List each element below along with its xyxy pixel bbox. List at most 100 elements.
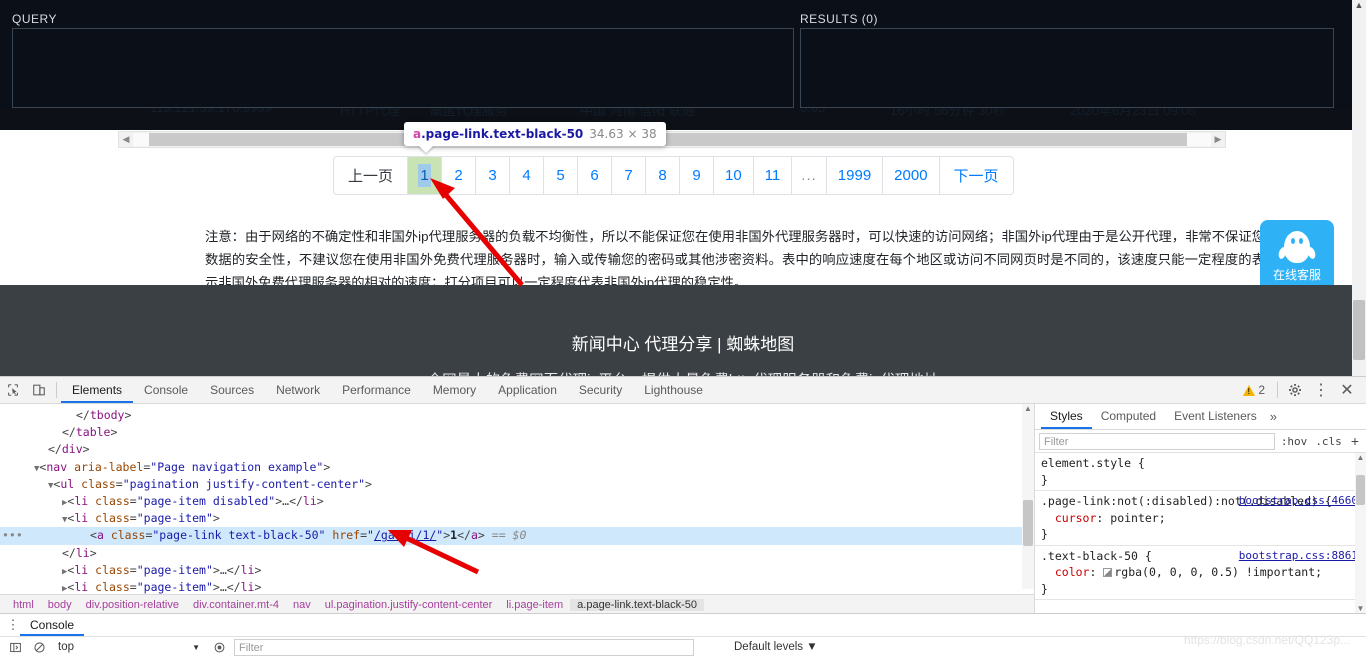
breadcrumb-item[interactable]: div.container.mt-4 xyxy=(186,599,286,611)
styles-filter-input[interactable]: Filter xyxy=(1039,433,1275,450)
styles-more-tabs-icon[interactable]: » xyxy=(1270,409,1277,424)
pagination-page-6[interactable]: 6 xyxy=(578,157,612,194)
style-rule[interactable]: .page-link:not(:disabled):not(.disabled)… xyxy=(1035,491,1366,546)
pagination-page-2[interactable]: 2 xyxy=(442,157,476,194)
watermark: https://blog.csdn.net/QQ123p... xyxy=(1184,633,1350,647)
pagination-prev[interactable]: 上一页 xyxy=(334,157,408,194)
close-devtools-icon[interactable]: ✕ xyxy=(1334,377,1360,403)
styles-tab-event-listeners[interactable]: Event Listeners xyxy=(1165,404,1266,429)
inspect-element-icon[interactable] xyxy=(0,377,26,403)
site-footer: 新闻中心 代理分享 | 蜘蛛地图 全网最大的免费网页代理ip平台，提供大量免费h… xyxy=(0,285,1366,376)
query-box[interactable] xyxy=(12,28,794,108)
pagination-page-3[interactable]: 3 xyxy=(476,157,510,194)
device-toolbar-toggle-icon[interactable] xyxy=(26,377,52,403)
devtools-tab-security[interactable]: Security xyxy=(568,377,633,403)
drawer-tab-console[interactable]: Console xyxy=(20,615,84,636)
pagination-page-10[interactable]: 10 xyxy=(714,157,754,194)
console-settings-eye-icon[interactable] xyxy=(210,639,228,656)
tooltip-tag-name: a xyxy=(413,127,421,141)
new-style-rule-button[interactable]: + xyxy=(1348,433,1362,449)
style-rule-selector[interactable]: element.style { xyxy=(1041,456,1145,470)
dom-tree-line[interactable]: </li> xyxy=(0,545,1034,562)
pagination-page-1-label: 1 xyxy=(418,164,431,187)
devtools-tab-performance[interactable]: Performance xyxy=(331,377,422,403)
dom-tree-line[interactable]: </tbody> xyxy=(0,407,1034,424)
dom-tree-line[interactable]: ▼<li class="page-item"> xyxy=(0,510,1034,527)
pagination-next[interactable]: 下一页 xyxy=(940,157,1013,194)
styles-tab-computed[interactable]: Computed xyxy=(1092,404,1165,429)
devtools-tab-memory[interactable]: Memory xyxy=(422,377,487,403)
styles-scrollbar[interactable]: ▲ ▼ xyxy=(1355,453,1366,613)
pagination-page-9[interactable]: 9 xyxy=(680,157,714,194)
scroll-left-arrow-icon[interactable]: ◀ xyxy=(119,134,133,145)
console-sidebar-toggle-icon[interactable] xyxy=(6,639,24,656)
scroll-up-arrow-icon[interactable]: ▲ xyxy=(1352,0,1366,14)
pagination-page-2000[interactable]: 2000 xyxy=(883,157,939,194)
dom-scroll-up-icon[interactable]: ▲ xyxy=(1022,404,1034,413)
styles-tab-bar: Styles Computed Event Listeners » xyxy=(1035,404,1366,430)
style-rule[interactable]: element.style {} xyxy=(1035,453,1366,491)
drawer-tab-bar: ⋮ Console xyxy=(0,614,1366,636)
dom-tree-line[interactable]: ▼<ul class="pagination justify-content-c… xyxy=(0,476,1034,493)
scroll-right-arrow-icon[interactable]: ▶ xyxy=(1211,134,1225,145)
devtools-tab-console[interactable]: Console xyxy=(133,377,199,403)
devtools-tab-elements[interactable]: Elements xyxy=(61,377,133,403)
hscroll-track[interactable] xyxy=(133,133,1211,146)
styles-scroll-down-icon[interactable]: ▼ xyxy=(1355,604,1366,613)
breadcrumb-item[interactable]: body xyxy=(41,599,79,611)
styles-scroll-up-icon[interactable]: ▲ xyxy=(1355,453,1366,462)
devtools-tab-lighthouse[interactable]: Lighthouse xyxy=(633,377,714,403)
pagination-ellipsis: ... xyxy=(792,157,827,194)
console-log-levels-selector[interactable]: Default levels ▼ xyxy=(734,641,818,653)
devtools-tab-sources[interactable]: Sources xyxy=(199,377,265,403)
online-customer-service-label: 在线客服 xyxy=(1273,266,1321,283)
pagination-page-11[interactable]: 11 xyxy=(754,157,793,194)
pagination-page-1[interactable]: 1 xyxy=(408,157,442,194)
console-filter-input[interactable]: Filter xyxy=(234,639,694,656)
breadcrumb-item[interactable]: nav xyxy=(286,599,318,611)
style-rule-source[interactable]: bootstrap.css:8861 xyxy=(1239,548,1358,565)
styles-scroll-thumb[interactable] xyxy=(1356,475,1365,505)
style-rule-source[interactable]: bootstrap.css:4660 xyxy=(1239,493,1358,510)
style-declaration[interactable]: cursor: pointer; xyxy=(1041,510,1360,527)
pagination-page-7[interactable]: 7 xyxy=(612,157,646,194)
hscroll-thumb[interactable] xyxy=(149,133,1187,146)
pagination-page-4[interactable]: 4 xyxy=(510,157,544,194)
dom-tree-line[interactable]: </table> xyxy=(0,424,1034,441)
dom-tree-line[interactable]: ▼<nav aria-label="Page navigation exampl… xyxy=(0,459,1034,476)
clear-console-icon[interactable] xyxy=(30,639,48,656)
style-rule[interactable]: .text-black-50 { bootstrap.css:8861 color… xyxy=(1035,546,1366,601)
breadcrumb-item[interactable]: ul.pagination.justify-content-center xyxy=(318,599,500,611)
dom-tree[interactable]: </tbody></table></div>▼<nav aria-label="… xyxy=(0,404,1034,596)
warning-count-badge[interactable]: 2 xyxy=(1235,383,1273,397)
settings-gear-icon[interactable] xyxy=(1282,377,1308,403)
devtools-tab-network[interactable]: Network xyxy=(265,377,331,403)
style-rule-selector[interactable]: .text-black-50 { xyxy=(1041,549,1152,563)
breadcrumb-item[interactable]: a.page-link.text-black-50 xyxy=(570,599,704,611)
dom-tree-line[interactable]: </div> xyxy=(0,441,1034,458)
devtools-tab-application[interactable]: Application xyxy=(487,377,568,403)
pagination-page-8[interactable]: 8 xyxy=(646,157,680,194)
breadcrumb-item[interactable]: html xyxy=(6,599,41,611)
drawer-more-options-icon[interactable]: ⋮ xyxy=(6,617,20,633)
breadcrumb-item[interactable]: li.page-item xyxy=(499,599,570,611)
more-options-kebab-icon[interactable]: ⋮ xyxy=(1308,377,1334,403)
style-rule-close: } xyxy=(1041,472,1360,489)
dom-scroll-thumb[interactable] xyxy=(1023,500,1033,546)
pagination-page-5[interactable]: 5 xyxy=(544,157,578,194)
online-customer-service-button[interactable]: 在线客服 xyxy=(1260,220,1334,294)
console-context-selector[interactable]: top ▼ xyxy=(54,639,204,656)
dom-tree-scrollbar[interactable]: ▲ xyxy=(1022,404,1034,589)
page-horizontal-scrollbar[interactable]: ◀ ▶ xyxy=(118,131,1226,148)
page-scrollbar-thumb[interactable] xyxy=(1353,300,1365,360)
dom-tree-line[interactable]: ▶<li class="page-item">…</li> xyxy=(0,562,1034,579)
breadcrumb-item[interactable]: div.position-relative xyxy=(79,599,186,611)
dom-tree-line[interactable]: ▶<li class="page-item disabled">…</li> xyxy=(0,493,1034,510)
page-vertical-scrollbar[interactable]: ▲ xyxy=(1352,0,1366,376)
styles-hov-toggle[interactable]: :hov xyxy=(1279,435,1310,448)
style-declaration[interactable]: color: rgba(0, 0, 0, 0.5) !important; xyxy=(1041,564,1360,581)
styles-tab-styles[interactable]: Styles xyxy=(1041,404,1092,429)
styles-cls-toggle[interactable]: .cls xyxy=(1313,435,1344,448)
dom-tree-line[interactable]: •••<a class="page-link text-black-50" hr… xyxy=(0,527,1034,544)
pagination-page-1999[interactable]: 1999 xyxy=(827,157,883,194)
